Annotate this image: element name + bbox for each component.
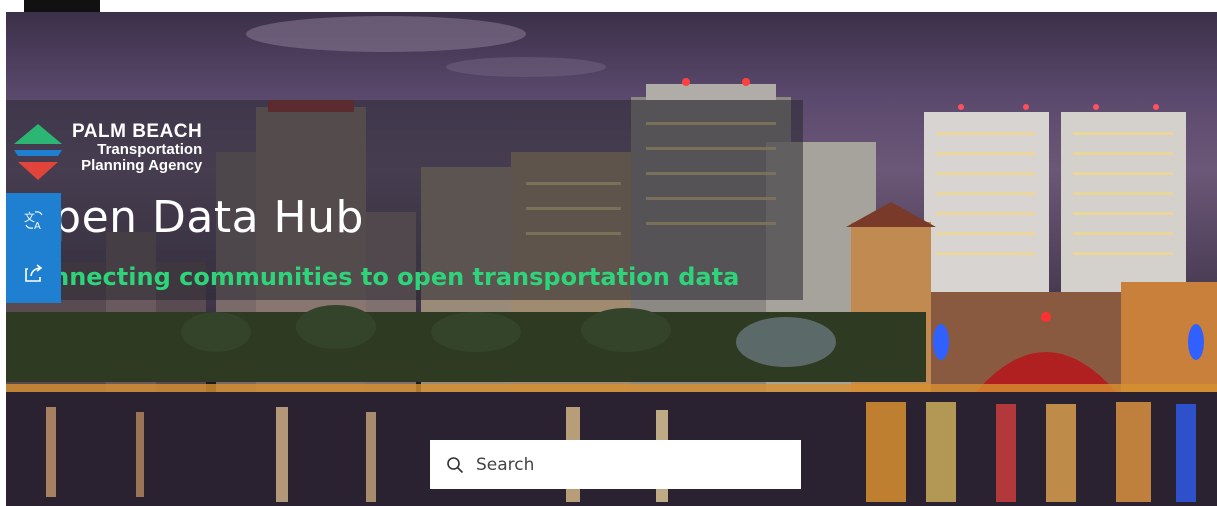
header-bar-fragment xyxy=(24,0,100,12)
logo-line-1: PALM BEACH xyxy=(72,121,203,142)
hero-banner: PALM BEACH Transportation Planning Agenc… xyxy=(6,12,1217,506)
search-input[interactable] xyxy=(474,453,778,476)
page-subtitle: Connecting communities to open transport… xyxy=(18,263,740,291)
search-bar[interactable] xyxy=(430,440,801,489)
search-icon xyxy=(446,455,466,475)
logo-text: PALM BEACH Transportation Planning Agenc… xyxy=(72,122,202,173)
translate-button[interactable]: 文 A xyxy=(6,195,61,245)
svg-text:A: A xyxy=(34,221,41,231)
logo-line-3: Planning Agency xyxy=(81,157,203,174)
logo-mark-icon xyxy=(14,124,62,180)
agency-logo: PALM BEACH Transportation Planning Agenc… xyxy=(10,122,220,192)
share-button[interactable] xyxy=(6,248,61,298)
page-title: Open Data Hub xyxy=(18,192,364,243)
side-toolbar: 文 A xyxy=(6,193,61,303)
translate-icon: 文 A xyxy=(24,210,43,231)
share-icon xyxy=(24,264,42,282)
page: PALM BEACH Transportation Planning Agenc… xyxy=(0,0,1217,506)
logo-line-2: Transportation xyxy=(97,141,203,158)
